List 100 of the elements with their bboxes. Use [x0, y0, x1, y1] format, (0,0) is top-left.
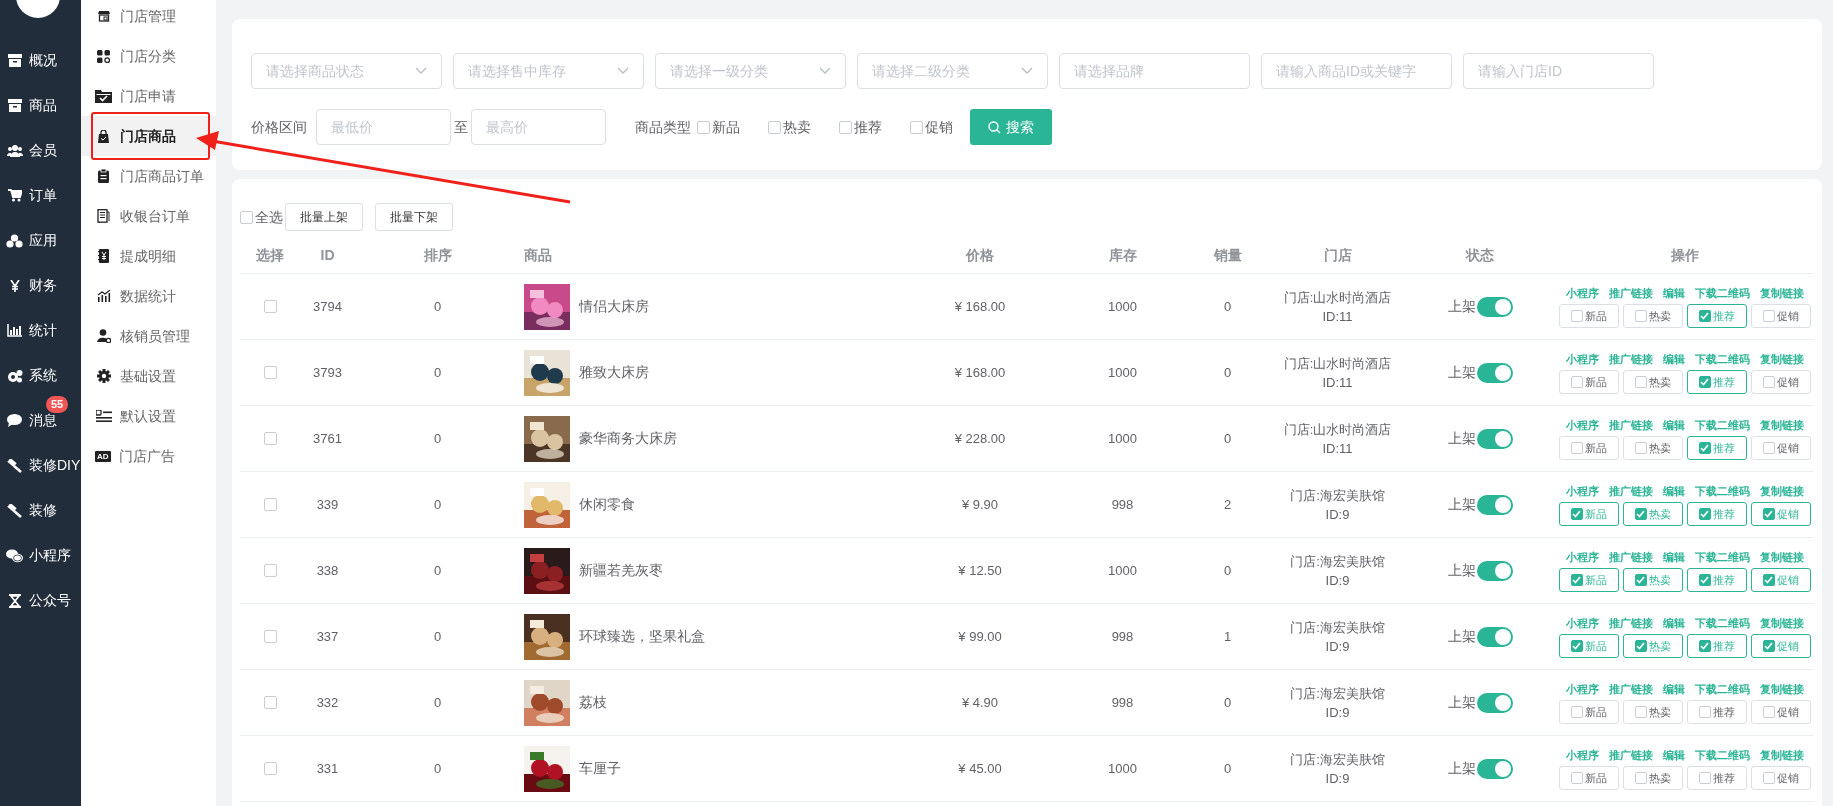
- subnav-item[interactable]: 门店管理: [81, 0, 216, 36]
- input-field[interactable]: 请选择品牌: [1059, 53, 1250, 89]
- bulk-button[interactable]: 批量上架: [285, 203, 363, 231]
- toggle-switch[interactable]: [1476, 296, 1513, 317]
- flag-toggle[interactable]: 促销: [1750, 502, 1811, 527]
- checkbox[interactable]: [1762, 706, 1775, 719]
- checkbox[interactable]: [1634, 706, 1647, 719]
- checkbox[interactable]: [1634, 310, 1647, 323]
- checkbox[interactable]: [910, 120, 923, 134]
- toggle-switch[interactable]: [1476, 428, 1513, 449]
- action-link[interactable]: 下载二维码: [1694, 284, 1750, 302]
- action-link[interactable]: 推广链接: [1608, 416, 1653, 434]
- nav-item[interactable]: 概况: [0, 38, 81, 83]
- action-link[interactable]: 复制链接: [1759, 284, 1804, 302]
- flag-toggle[interactable]: 促销: [1750, 634, 1811, 659]
- flag-toggle[interactable]: 促销: [1750, 370, 1811, 395]
- flag-toggle[interactable]: 新品: [1558, 700, 1619, 725]
- select-field[interactable]: 请选择售中库存: [453, 53, 644, 89]
- toggle-switch[interactable]: [1476, 494, 1513, 515]
- action-link[interactable]: 编辑: [1662, 350, 1685, 368]
- checkbox[interactable]: [263, 696, 277, 709]
- flag-toggle[interactable]: 热卖: [1622, 634, 1683, 659]
- action-link[interactable]: 下载二维码: [1694, 416, 1750, 434]
- flag-toggle[interactable]: 促销: [1750, 568, 1811, 593]
- nav-item[interactable]: 系统: [0, 353, 81, 398]
- flag-toggle[interactable]: 推荐: [1686, 568, 1747, 593]
- input-field[interactable]: 请输入商品ID或关键字: [1261, 53, 1452, 89]
- checkbox[interactable]: [1698, 640, 1711, 653]
- flag-toggle[interactable]: 推荐: [1686, 700, 1747, 725]
- toggle-switch[interactable]: [1476, 758, 1513, 779]
- action-link[interactable]: 下载二维码: [1694, 548, 1750, 566]
- bulk-button[interactable]: 批量下架: [375, 203, 453, 231]
- nav-item[interactable]: 应用: [0, 218, 81, 263]
- toggle-switch[interactable]: [1476, 626, 1513, 647]
- flag-toggle[interactable]: 推荐: [1686, 502, 1747, 527]
- checkbox[interactable]: [1570, 772, 1583, 785]
- checkbox[interactable]: [263, 366, 277, 379]
- flag-toggle[interactable]: 新品: [1558, 568, 1619, 593]
- flag-toggle[interactable]: 推荐: [1686, 304, 1747, 329]
- action-link[interactable]: 下载二维码: [1694, 350, 1750, 368]
- checkbox[interactable]: [1762, 574, 1775, 587]
- flag-toggle[interactable]: 推荐: [1686, 634, 1747, 659]
- input-field[interactable]: 最高价: [471, 109, 606, 145]
- subnav-item[interactable]: AD 门店广告: [81, 436, 216, 476]
- subnav-item[interactable]: 数据统计: [81, 276, 216, 316]
- subnav-item[interactable]: 门店分类: [81, 36, 216, 76]
- checkbox[interactable]: [1570, 310, 1583, 323]
- search-button[interactable]: 搜索: [970, 109, 1052, 145]
- checkbox[interactable]: [263, 432, 277, 445]
- toggle-switch[interactable]: [1476, 362, 1513, 383]
- action-link[interactable]: 编辑: [1662, 284, 1685, 302]
- checkbox[interactable]: [697, 120, 710, 134]
- action-link[interactable]: 小程序: [1565, 284, 1599, 302]
- checkbox[interactable]: [1570, 706, 1583, 719]
- checkbox[interactable]: [1698, 574, 1711, 587]
- checkbox[interactable]: [768, 120, 781, 134]
- toggle-switch[interactable]: [1476, 560, 1513, 581]
- action-link[interactable]: 复制链接: [1759, 614, 1804, 632]
- action-link[interactable]: 下载二维码: [1694, 614, 1750, 632]
- subnav-item[interactable]: 核销员管理: [81, 316, 216, 356]
- action-link[interactable]: 推广链接: [1608, 350, 1653, 368]
- action-link[interactable]: 编辑: [1662, 746, 1685, 764]
- nav-item[interactable]: 会员: [0, 128, 81, 173]
- action-link[interactable]: 推广链接: [1608, 614, 1653, 632]
- subnav-item[interactable]: 门店商品订单: [81, 156, 216, 196]
- action-link[interactable]: 下载二维码: [1694, 746, 1750, 764]
- flag-toggle[interactable]: 促销: [1750, 304, 1811, 329]
- action-link[interactable]: 下载二维码: [1694, 482, 1750, 500]
- flag-toggle[interactable]: 热卖: [1622, 436, 1683, 461]
- action-link[interactable]: 推广链接: [1608, 482, 1653, 500]
- nav-item[interactable]: 装修DIY: [0, 443, 81, 488]
- action-link[interactable]: 复制链接: [1759, 680, 1804, 698]
- flag-toggle[interactable]: 新品: [1558, 502, 1619, 527]
- action-link[interactable]: 下载二维码: [1694, 680, 1750, 698]
- checkbox[interactable]: [1698, 772, 1711, 785]
- nav-item[interactable]: 装修: [0, 488, 81, 533]
- subnav-item[interactable]: 门店申请: [81, 76, 216, 116]
- flag-toggle[interactable]: 新品: [1558, 436, 1619, 461]
- nav-item[interactable]: 商品: [0, 83, 81, 128]
- checkbox[interactable]: [1698, 706, 1711, 719]
- checkbox[interactable]: [263, 762, 277, 775]
- nav-item[interactable]: 消息 55: [0, 398, 81, 443]
- checkbox[interactable]: [1570, 376, 1583, 389]
- subnav-item[interactable]: 收银台订单: [81, 196, 216, 236]
- flag-toggle[interactable]: 新品: [1558, 304, 1619, 329]
- checkbox[interactable]: [1762, 442, 1775, 455]
- flag-toggle[interactable]: 热卖: [1622, 568, 1683, 593]
- action-link[interactable]: 推广链接: [1608, 284, 1653, 302]
- flag-toggle[interactable]: 热卖: [1622, 766, 1683, 791]
- input-field[interactable]: 最低价: [316, 109, 451, 145]
- action-link[interactable]: 复制链接: [1759, 350, 1804, 368]
- subnav-item[interactable]: 默认设置: [81, 396, 216, 436]
- action-link[interactable]: 复制链接: [1759, 416, 1804, 434]
- flag-toggle[interactable]: 新品: [1558, 634, 1619, 659]
- checkbox[interactable]: [1570, 442, 1583, 455]
- flag-toggle[interactable]: 推荐: [1686, 766, 1747, 791]
- checkbox[interactable]: [1634, 640, 1647, 653]
- flag-toggle[interactable]: 新品: [1558, 766, 1619, 791]
- flag-toggle[interactable]: 热卖: [1622, 700, 1683, 725]
- input-field[interactable]: 请输入门店ID: [1463, 53, 1654, 89]
